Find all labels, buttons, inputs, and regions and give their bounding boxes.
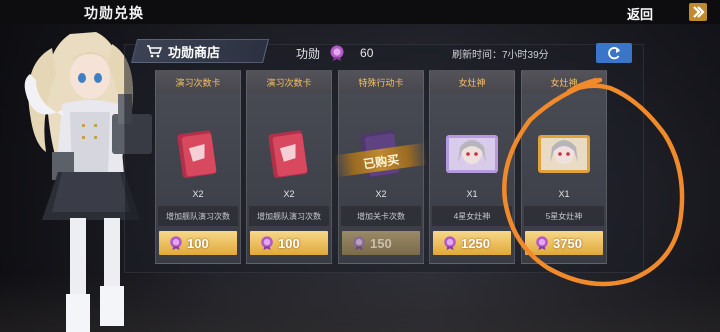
item-description: 增加舰队演习次数 xyxy=(166,212,230,221)
refresh-timer: 刷新时间：7小时39分 xyxy=(452,50,549,61)
item-description-bar: 增加关卡次数 xyxy=(341,206,421,226)
item-title-bar: 演习次数卡 xyxy=(247,71,331,93)
item-title: 女灶神 xyxy=(458,78,486,88)
buy-button[interactable]: 1250 xyxy=(433,231,511,255)
exercise-card-icon xyxy=(177,130,217,178)
tab-merit-shop[interactable]: 功勋商店 xyxy=(146,41,220,61)
chevron-right-icon xyxy=(689,3,707,21)
item-title: 女灶神 xyxy=(550,78,578,88)
buy-button[interactable]: 3750 xyxy=(525,231,603,255)
item-title-bar: 特殊行动卡 xyxy=(339,71,423,93)
merit-label: 功勋 xyxy=(296,46,321,61)
page-title: 功勋兑换 xyxy=(84,5,144,21)
item-title: 特殊行动卡 xyxy=(358,78,404,88)
item-title: 演习次数卡 xyxy=(266,78,312,88)
item-title-bar: 女灶神 xyxy=(522,71,606,93)
item-title-bar: 演习次数卡 xyxy=(156,71,240,93)
item-description-bar: 增加舰队演习次数 xyxy=(249,206,329,226)
item-description-bar: 5星女灶神 xyxy=(524,206,604,226)
item-quantity: X1 xyxy=(466,189,478,199)
item-description: 增加舰队演习次数 xyxy=(257,212,321,221)
item-description: 增加关卡次数 xyxy=(357,212,405,221)
refresh-icon xyxy=(608,47,620,60)
item-description-bar: 4星女灶神 xyxy=(432,206,512,226)
item-price: 3750 xyxy=(553,236,582,251)
item-quantity: X2 xyxy=(283,189,295,199)
item-title-bar: 女灶神 xyxy=(430,71,514,93)
refresh-button[interactable] xyxy=(596,43,632,63)
item-price: 100 xyxy=(187,236,209,251)
back-label: 返回 xyxy=(627,7,654,22)
item-title: 演习次数卡 xyxy=(175,78,221,88)
merit-medal-icon xyxy=(444,236,456,251)
shop-item-card[interactable]: 演习次数卡 X2 增加舰队演习次数 100 xyxy=(155,70,241,264)
shop-item-card[interactable]: 演习次数卡 X2 增加舰队演习次数 100 xyxy=(246,70,332,264)
merit-medal-icon xyxy=(353,236,365,251)
shop-tab-label: 功勋商店 xyxy=(168,44,221,60)
merit-medal-icon xyxy=(261,236,273,251)
buy-button[interactable]: 100 xyxy=(250,231,328,255)
ship-portrait-card-icon xyxy=(538,135,590,173)
merit-value: 60 xyxy=(360,46,374,60)
merit-medal-icon xyxy=(170,236,182,251)
exercise-card-icon xyxy=(268,130,308,178)
buy-button-disabled: 150 xyxy=(342,231,420,255)
cart-icon xyxy=(147,45,162,58)
shop-item-card[interactable]: 特殊行动卡 已购买 X2 增加关卡次数 150 xyxy=(333,70,429,264)
item-price: 150 xyxy=(370,236,392,251)
merit-medal-icon xyxy=(330,45,344,61)
item-description: 4星女灶神 xyxy=(453,212,491,221)
shop-item-card[interactable]: 女灶神 X1 5星女灶神 3750 xyxy=(521,70,607,264)
item-quantity: X1 xyxy=(558,189,570,199)
merit-balance: 功勋 60 xyxy=(296,44,373,62)
item-quantity: X2 xyxy=(375,189,387,199)
item-price: 1250 xyxy=(461,236,490,251)
item-description-bar: 增加舰队演习次数 xyxy=(158,206,238,226)
item-quantity: X2 xyxy=(192,189,204,199)
shop-item-card[interactable]: 女灶神 X1 4星女灶神 1250 xyxy=(429,70,515,264)
ship-portrait-card-icon xyxy=(446,135,498,173)
item-description: 5星女灶神 xyxy=(545,212,583,221)
back-button[interactable]: 返回 xyxy=(605,0,720,24)
item-price: 100 xyxy=(278,236,300,251)
buy-button[interactable]: 100 xyxy=(159,231,237,255)
merit-medal-icon xyxy=(536,236,548,251)
